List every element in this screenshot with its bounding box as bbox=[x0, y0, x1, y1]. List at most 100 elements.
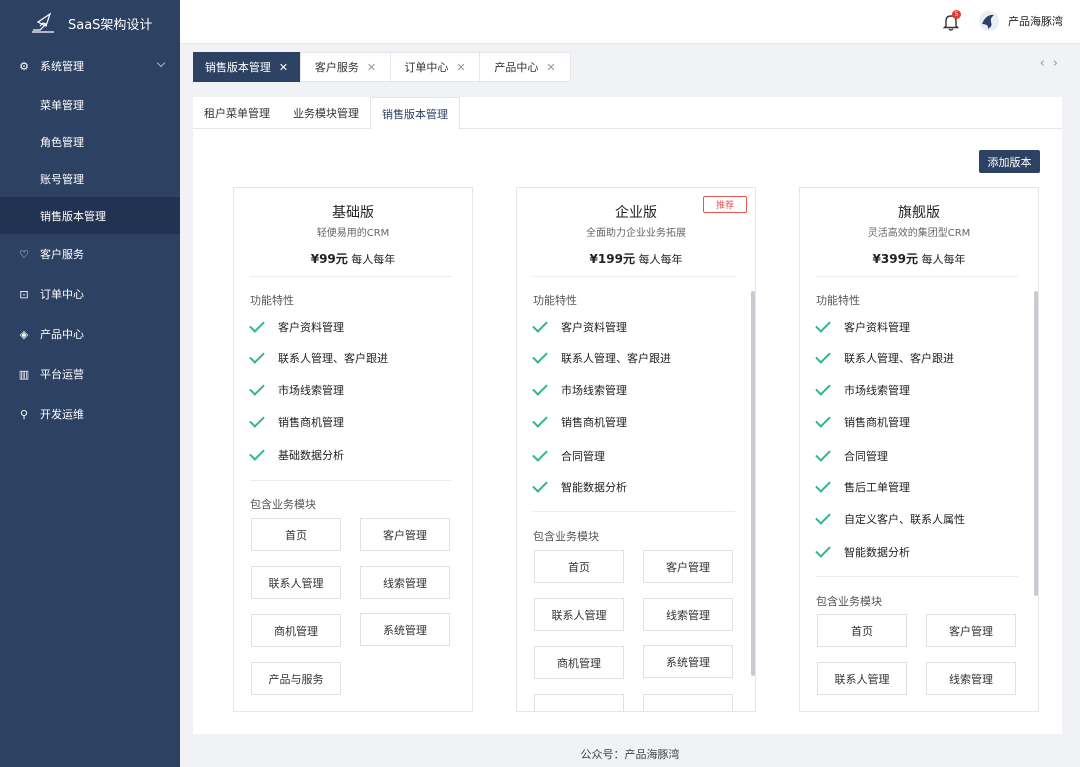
check-icon bbox=[532, 380, 548, 396]
chevron-right-icon[interactable]: › bbox=[1053, 56, 1066, 71]
main-panel: 租户菜单管理 业务模块管理 销售版本管理 添加版本 基础版 轻便易用的CRM ¥… bbox=[193, 97, 1062, 734]
subtab-tenant-menu[interactable]: 租户菜单管理 bbox=[193, 97, 281, 129]
plan-desc: 全面助力企业业务拓展 bbox=[586, 228, 686, 239]
feature-label: 自定义客户、联系人属性 bbox=[844, 513, 965, 526]
check-icon bbox=[815, 317, 831, 333]
module-button[interactable]: 系统管理 bbox=[643, 645, 733, 678]
feature-label: 合同管理 bbox=[844, 450, 888, 463]
tabs-bar: 销售版本管理 ✕ 客户服务 ✕ 订单中心 ✕ 产品中心 ✕ ‹› bbox=[180, 44, 1080, 84]
features-label: 功能特性 bbox=[816, 294, 860, 307]
check-icon bbox=[249, 348, 265, 364]
feature-item: 销售商机管理 bbox=[532, 412, 627, 430]
feature-item: 智能数据分析 bbox=[532, 477, 627, 495]
plan-price: ¥99元 每人每年 bbox=[234, 250, 472, 267]
feature-label: 联系人管理、客户跟进 bbox=[278, 352, 388, 365]
plan-card-flagship: 旗舰版 灵活高效的集团型CRM ¥399元 每人每年 功能特性 客户资料管理 联… bbox=[799, 187, 1039, 712]
chevron-down-icon bbox=[156, 58, 166, 68]
menu-product-center[interactable]: ◈ 产品中心 bbox=[0, 314, 180, 354]
menu-customer-service[interactable]: ♡ 客户服务 bbox=[0, 234, 180, 274]
feature-label: 智能数据分析 bbox=[561, 481, 627, 494]
notification-button[interactable]: 5 bbox=[942, 10, 961, 31]
plan-name: 企业版 bbox=[615, 205, 657, 221]
menu-system[interactable]: ⚙ 系统管理 bbox=[0, 46, 180, 86]
module-button[interactable]: 联系人管理 bbox=[251, 566, 341, 599]
module-button[interactable]: 客户管理 bbox=[643, 550, 733, 583]
sub-tabs: 租户菜单管理 业务模块管理 销售版本管理 bbox=[193, 97, 1062, 130]
feature-item: 基础数据分析 bbox=[249, 445, 344, 463]
module-button[interactable]: 客户管理 bbox=[926, 614, 1016, 647]
feature-label: 智能数据分析 bbox=[844, 546, 910, 559]
user-menu[interactable]: 产品海豚湾 bbox=[978, 10, 1063, 32]
module-button[interactable]: 客户管理 bbox=[360, 518, 450, 551]
check-icon bbox=[249, 317, 265, 333]
module-button[interactable]: 首页 bbox=[817, 614, 907, 647]
gear-icon: ⚙ bbox=[19, 59, 29, 73]
module-button[interactable]: 首页 bbox=[534, 550, 624, 583]
subtab-label: 租户菜单管理 bbox=[204, 107, 270, 120]
feature-label: 市场线索管理 bbox=[278, 384, 344, 397]
feature-label: 市场线索管理 bbox=[561, 384, 627, 397]
check-icon bbox=[532, 477, 548, 493]
scrollbar[interactable] bbox=[1034, 291, 1038, 596]
feature-label: 售后工单管理 bbox=[844, 481, 910, 494]
feature-item: 售后工单管理 bbox=[815, 477, 910, 495]
sub-item-menu[interactable]: 菜单管理 bbox=[0, 86, 180, 123]
close-icon[interactable]: ✕ bbox=[367, 61, 376, 74]
check-icon bbox=[532, 412, 548, 428]
module-button[interactable]: 产品与服务 bbox=[251, 662, 341, 695]
divider bbox=[816, 276, 1018, 277]
plan-price: ¥199元 每人每年 bbox=[517, 250, 755, 267]
footer-account: 产品海豚湾 bbox=[624, 748, 680, 761]
subtab-sales-version[interactable]: 销售版本管理 bbox=[370, 97, 460, 130]
feature-item: 市场线索管理 bbox=[249, 380, 344, 398]
modules-label: 包含业务模块 bbox=[250, 498, 316, 511]
module-button[interactable]: 线索管理 bbox=[360, 566, 450, 599]
divider bbox=[816, 576, 1018, 577]
subtab-business-module[interactable]: 业务模块管理 bbox=[281, 97, 371, 129]
module-button[interactable]: 商机管理 bbox=[251, 614, 341, 647]
module-button[interactable]: 系统管理 bbox=[360, 613, 450, 646]
module-button[interactable]: 线索管理 bbox=[643, 598, 733, 631]
module-button[interactable]: 首页 bbox=[251, 518, 341, 551]
module-button[interactable]: 联系人管理 bbox=[534, 598, 624, 631]
sub-item-account[interactable]: 账号管理 bbox=[0, 160, 180, 197]
sub-item-role[interactable]: 角色管理 bbox=[0, 123, 180, 160]
tab-customer-service[interactable]: 客户服务 ✕ bbox=[300, 52, 391, 82]
chevron-left-icon[interactable]: ‹ bbox=[1040, 56, 1053, 71]
close-icon[interactable]: ✕ bbox=[456, 61, 465, 74]
modules-label: 包含业务模块 bbox=[816, 595, 882, 608]
close-icon[interactable]: ✕ bbox=[546, 61, 555, 74]
modules-label: 包含业务模块 bbox=[533, 530, 599, 543]
module-button[interactable]: 商机管理 bbox=[534, 646, 624, 679]
tab-order-center[interactable]: 订单中心 ✕ bbox=[390, 52, 480, 82]
feature-item: 市场线索管理 bbox=[815, 380, 910, 398]
module-button[interactable]: 联系人管理 bbox=[817, 662, 907, 695]
plan-desc: 轻便易用的CRM bbox=[316, 228, 390, 239]
feature-label: 客户资料管理 bbox=[561, 321, 627, 334]
sub-item-sales-version[interactable]: 销售版本管理 bbox=[0, 197, 180, 234]
price-value: ¥99元 bbox=[310, 252, 348, 266]
module-button[interactable]: 线索管理 bbox=[926, 662, 1016, 695]
menu-devops[interactable]: ⚲ 开发运维 bbox=[0, 394, 180, 434]
wrench-icon: ⚲ bbox=[19, 407, 29, 421]
top-bar: 5 产品海豚湾 bbox=[180, 0, 1080, 44]
feature-item: 自定义客户、联系人属性 bbox=[815, 509, 965, 527]
close-icon[interactable]: ✕ bbox=[279, 61, 288, 74]
tab-label: 销售版本管理 bbox=[204, 61, 271, 74]
scrollbar[interactable] bbox=[751, 291, 755, 676]
price-value: ¥399元 bbox=[872, 252, 918, 266]
feature-item: 智能数据分析 bbox=[815, 542, 910, 560]
menu-order-center[interactable]: ⊡ 订单中心 bbox=[0, 274, 180, 314]
add-version-button[interactable]: 添加版本 bbox=[979, 150, 1040, 173]
divider bbox=[250, 276, 452, 277]
plan-card-basic: 基础版 轻便易用的CRM ¥99元 每人每年 功能特性 客户资料管理 联系人管理… bbox=[233, 187, 473, 712]
plan-card-enterprise: 推荐 企业版 全面助力企业业务拓展 ¥199元 每人每年 功能特性 客户资料管理… bbox=[516, 187, 756, 712]
tab-sales-version[interactable]: 销售版本管理 ✕ bbox=[193, 52, 300, 82]
brand[interactable]: SaaS架构设计 bbox=[0, 0, 180, 46]
feature-label: 市场线索管理 bbox=[844, 384, 910, 397]
logo-icon bbox=[32, 12, 54, 33]
tab-product-center[interactable]: 产品中心 ✕ bbox=[479, 52, 571, 82]
menu-platform-ops[interactable]: ▥ 平台运营 bbox=[0, 354, 180, 394]
plan-price: ¥399元 每人每年 bbox=[800, 250, 1038, 267]
feature-label: 基础数据分析 bbox=[278, 449, 344, 462]
